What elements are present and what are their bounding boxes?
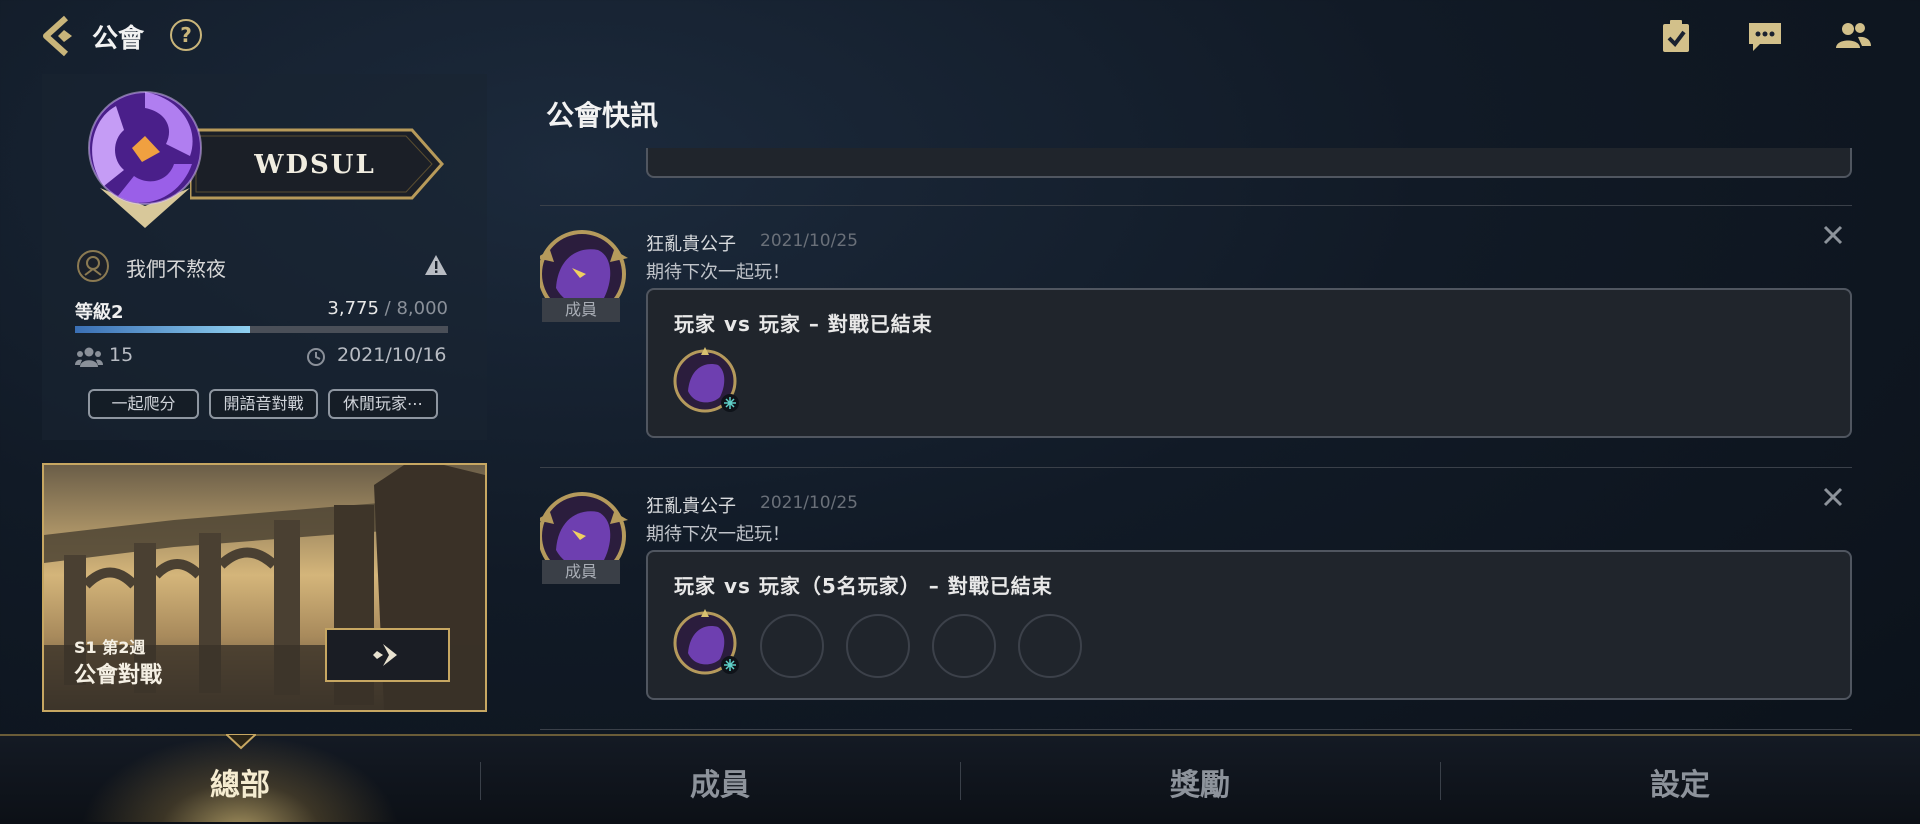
post-date: 2021/10/25 bbox=[760, 231, 858, 251]
post-author: 狂亂貴公子 bbox=[646, 496, 736, 517]
tab-separator bbox=[480, 762, 481, 800]
xp-current: 3,775 bbox=[327, 298, 379, 319]
member-count: 15 bbox=[109, 344, 134, 366]
back-icon[interactable] bbox=[38, 14, 82, 58]
post-message: 期待下次一起玩！ bbox=[646, 262, 790, 283]
report-icon[interactable] bbox=[424, 254, 448, 276]
author-role: 成員 bbox=[542, 560, 620, 584]
chat-icon[interactable] bbox=[1746, 18, 1784, 54]
tab-separator bbox=[960, 762, 961, 800]
author-role: 成員 bbox=[542, 298, 620, 322]
previous-match-card bbox=[646, 148, 1852, 178]
guild-name: WDSUL bbox=[254, 150, 376, 180]
guild-created-date: 2021/10/16 bbox=[337, 344, 447, 366]
feed-post: 成員 狂亂貴公子 2021/10/25 期待下次一起玩！ 玩家 vs 玩家 – … bbox=[540, 206, 1852, 468]
tab-rewards[interactable]: 獎勵 bbox=[1100, 760, 1300, 804]
close-icon[interactable] bbox=[1822, 486, 1844, 508]
clash-title: 公會對戰 bbox=[74, 663, 163, 688]
empty-player-slot bbox=[932, 614, 996, 678]
empty-player-slot bbox=[760, 614, 824, 678]
guild-xp-fill bbox=[75, 326, 251, 333]
guild-motto: 我們不熬夜 bbox=[126, 257, 226, 281]
guild-tag: 一起爬分 bbox=[88, 389, 199, 419]
xp-separator: / bbox=[378, 298, 397, 319]
post-date: 2021/10/25 bbox=[760, 493, 858, 513]
members-icon bbox=[75, 347, 103, 367]
empty-player-slot bbox=[846, 614, 910, 678]
enter-arrow-icon bbox=[373, 644, 397, 666]
feed-title: 公會快訊 bbox=[546, 99, 659, 132]
guild-level-label: 等級2 bbox=[75, 302, 124, 323]
empty-player-slot bbox=[1018, 614, 1082, 678]
page-title: 公會 bbox=[92, 24, 145, 54]
guild-xp-bar bbox=[75, 326, 448, 333]
tab-settings[interactable]: 設定 bbox=[1580, 760, 1780, 804]
friends-icon[interactable] bbox=[1834, 18, 1872, 54]
guild-leader-icon bbox=[77, 250, 109, 282]
match-title: 玩家 vs 玩家 – 對戰已結束 bbox=[674, 312, 933, 336]
post-author: 狂亂貴公子 bbox=[646, 234, 736, 255]
feed-divider bbox=[540, 729, 1852, 730]
guild-tag: 開語音對戰 bbox=[209, 389, 318, 419]
match-card[interactable]: 玩家 vs 玩家 – 對戰已結束 bbox=[646, 288, 1852, 438]
match-title: 玩家 vs 玩家（5名玩家） – 對戰已結束 bbox=[674, 574, 1053, 598]
feed-list[interactable]: 成員 狂亂貴公子 2021/10/25 期待下次一起玩！ 玩家 vs 玩家 – … bbox=[540, 148, 1852, 733]
help-icon[interactable]: ? bbox=[170, 19, 202, 51]
xp-max: 8,000 bbox=[396, 298, 448, 319]
active-tab-pointer-icon bbox=[226, 734, 256, 750]
tab-members[interactable]: 成員 bbox=[620, 760, 820, 804]
player-avatar bbox=[673, 609, 739, 675]
tab-separator bbox=[1440, 762, 1441, 800]
clash-enter-button[interactable] bbox=[325, 628, 450, 682]
guild-xp-text: 3,775 / 8,000 bbox=[300, 298, 448, 319]
match-card[interactable]: 玩家 vs 玩家（5名玩家） – 對戰已結束 bbox=[646, 550, 1852, 700]
feed-post: 成員 狂亂貴公子 2021/10/25 期待下次一起玩！ 玩家 vs 玩家（5名… bbox=[540, 468, 1852, 730]
player-avatar bbox=[673, 347, 739, 413]
clock-icon bbox=[307, 348, 325, 366]
tasks-icon[interactable] bbox=[1657, 18, 1695, 54]
tab-home[interactable]: 總部 bbox=[140, 760, 340, 804]
post-message: 期待下次一起玩！ bbox=[646, 524, 790, 545]
top-bar bbox=[0, 0, 1920, 72]
clash-season: S1 第2週 bbox=[74, 638, 146, 657]
close-icon[interactable] bbox=[1822, 224, 1844, 246]
guild-emblem-icon bbox=[88, 91, 202, 228]
guild-tag: 休閒玩家⋯ bbox=[328, 389, 438, 419]
